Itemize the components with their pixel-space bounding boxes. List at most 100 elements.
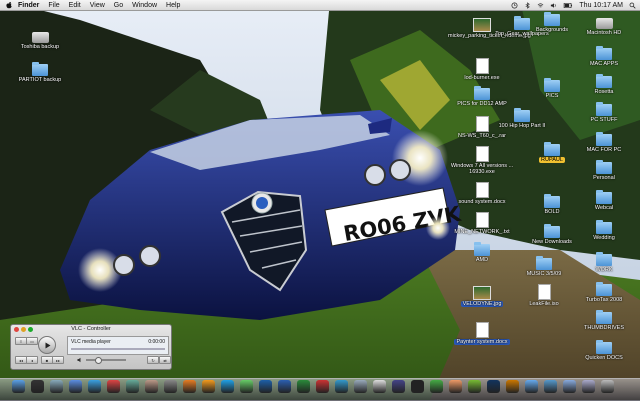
dock-photoshop-icon[interactable]	[259, 380, 272, 393]
desktop-file[interactable]: MINE_NETWORK_.txt	[448, 212, 516, 235]
desktop-file[interactable]: sound system.docx	[448, 182, 516, 205]
dock-mail-icon[interactable]	[69, 380, 82, 393]
folder-icon	[596, 220, 612, 234]
folder-icon	[596, 252, 612, 266]
desktop-file[interactable]: Windows 7 All versions ... 16930.exe	[448, 146, 516, 175]
dock-preview-icon[interactable]	[354, 380, 367, 393]
forward-button[interactable]: ▸▸	[52, 356, 64, 364]
desktop-folder[interactable]: MUSIC 3/5/09	[510, 256, 578, 277]
menu-finder[interactable]: Finder	[18, 2, 39, 9]
time-machine-icon[interactable]	[511, 2, 518, 9]
desktop-folder[interactable]: Rosetta	[570, 74, 638, 95]
rewind-button[interactable]: ◂	[26, 356, 38, 364]
desktop-folder[interactable]: 100 Hip Hop Part II	[488, 108, 556, 129]
dock-excel-icon[interactable]	[297, 380, 310, 393]
desktop-folder[interactable]: Quicken DOCS	[570, 340, 638, 361]
dock-word-icon[interactable]	[278, 380, 291, 393]
dock-textedit-icon[interactable]	[373, 380, 386, 393]
battery-icon[interactable]	[563, 2, 573, 9]
desktop-folder[interactable]: PARTIOT backup	[6, 62, 74, 83]
volume-slider[interactable]	[86, 359, 126, 361]
folder-icon	[596, 282, 612, 296]
volume-knob[interactable]	[95, 357, 102, 364]
dock-utorrent-icon[interactable]	[468, 380, 481, 393]
apple-menu-icon[interactable]	[5, 1, 13, 9]
play-button[interactable]	[38, 336, 56, 354]
folder-icon	[474, 86, 490, 100]
loop-button[interactable]: ↻	[147, 356, 159, 364]
desktop-folder[interactable]: WORK	[570, 252, 638, 273]
folder-icon	[544, 142, 560, 156]
dock-adium-icon[interactable]	[240, 380, 253, 393]
shuffle-button[interactable]: ⇄	[159, 356, 171, 364]
desktop-folder[interactable]: AMD	[448, 242, 516, 263]
desktop-folder[interactable]: TurboTax 2008	[570, 282, 638, 303]
vlc-title: VLC - Controller	[71, 326, 111, 332]
dock-finder-icon[interactable]	[12, 380, 25, 393]
menu-extras: Thu 10:17 AM	[511, 0, 636, 10]
document-icon	[475, 212, 489, 228]
dock-quicktime-icon[interactable]	[392, 380, 405, 393]
folder-icon	[474, 242, 490, 256]
wifi-icon[interactable]	[537, 2, 544, 9]
dock-dashboard-icon[interactable]	[31, 380, 44, 393]
dock-firefox-icon[interactable]	[183, 380, 196, 393]
dock-itunes-icon[interactable]	[50, 380, 63, 393]
media-name: VLC media player	[71, 339, 111, 345]
menu-help[interactable]: Help	[166, 2, 180, 9]
hard-drive-icon	[595, 18, 613, 29]
folder-icon	[536, 256, 552, 270]
dock-applications-icon[interactable]	[582, 380, 595, 393]
folder-icon	[32, 62, 48, 76]
dock-address-book-icon[interactable]	[145, 380, 158, 393]
desktop-file[interactable]: Paynter system.docx	[448, 322, 516, 345]
desktop-folder[interactable]: Personal	[570, 160, 638, 181]
menu-edit[interactable]: Edit	[69, 2, 81, 9]
dock-ical-icon[interactable]	[107, 380, 120, 393]
fullscreen-button[interactable]: ▭	[26, 337, 38, 345]
folder-icon	[544, 194, 560, 208]
dock-terminal-icon[interactable]	[411, 380, 424, 393]
folder-icon	[596, 190, 612, 204]
dock-system-preferences-icon[interactable]	[164, 380, 177, 393]
desktop-folder[interactable]: PC STUFF	[570, 102, 638, 123]
dock-downloads-icon[interactable]	[544, 380, 557, 393]
folder-icon	[544, 12, 560, 26]
menu-clock[interactable]: Thu 10:17 AM	[579, 2, 623, 9]
document-icon	[475, 182, 489, 198]
dock-office-icon[interactable]	[449, 380, 462, 393]
desktop-folder[interactable]: MAC APPS	[570, 46, 638, 67]
desktop-folder[interactable]: Wedding	[570, 220, 638, 241]
volume-icon[interactable]	[550, 2, 557, 9]
menu-view[interactable]: View	[90, 2, 105, 9]
desktop-file[interactable]: lod-burner.exe	[448, 58, 516, 81]
menu-window[interactable]: Window	[132, 2, 157, 9]
desktop-file[interactable]: LeakFile.iso	[510, 284, 578, 307]
dock-skype-icon[interactable]	[221, 380, 234, 393]
desktop-drive[interactable]: Toshiba backup	[6, 32, 74, 50]
dock-network-icon[interactable]	[525, 380, 538, 393]
dock-photoshop-cs-icon[interactable]	[487, 380, 500, 393]
dock-activity-icon[interactable]	[430, 380, 443, 393]
dock-vlc-icon[interactable]	[202, 380, 215, 393]
dock-documents-icon[interactable]	[563, 380, 576, 393]
seek-slider[interactable]	[71, 348, 165, 350]
desktop-folder[interactable]: THUMBDRIVES	[570, 310, 638, 331]
menu-go[interactable]: Go	[114, 2, 123, 9]
spotlight-icon[interactable]	[629, 2, 636, 9]
dock-illustrator-icon[interactable]	[506, 380, 519, 393]
desktop-folder[interactable]: PICS for DD12 AMP	[448, 86, 516, 107]
dock-trash-icon[interactable]	[601, 380, 614, 393]
dock-messenger-icon[interactable]	[335, 380, 348, 393]
desktop-file[interactable]: VELODYNE.jpg	[448, 286, 516, 307]
desktop-drive[interactable]: Macintosh HD	[570, 18, 638, 36]
desktop-folder[interactable]: MAC FOR PC	[570, 132, 638, 153]
dock-calendar-icon[interactable]	[316, 380, 329, 393]
dock-safari-icon[interactable]	[88, 380, 101, 393]
menu-file[interactable]: File	[48, 2, 59, 9]
folder-icon	[514, 108, 530, 122]
vlc-titlebar[interactable]: VLC - Controller	[11, 325, 171, 333]
bluetooth-icon[interactable]	[524, 1, 531, 9]
dock-iphoto-icon[interactable]	[126, 380, 139, 393]
desktop-folder[interactable]: Webcal	[570, 190, 638, 211]
